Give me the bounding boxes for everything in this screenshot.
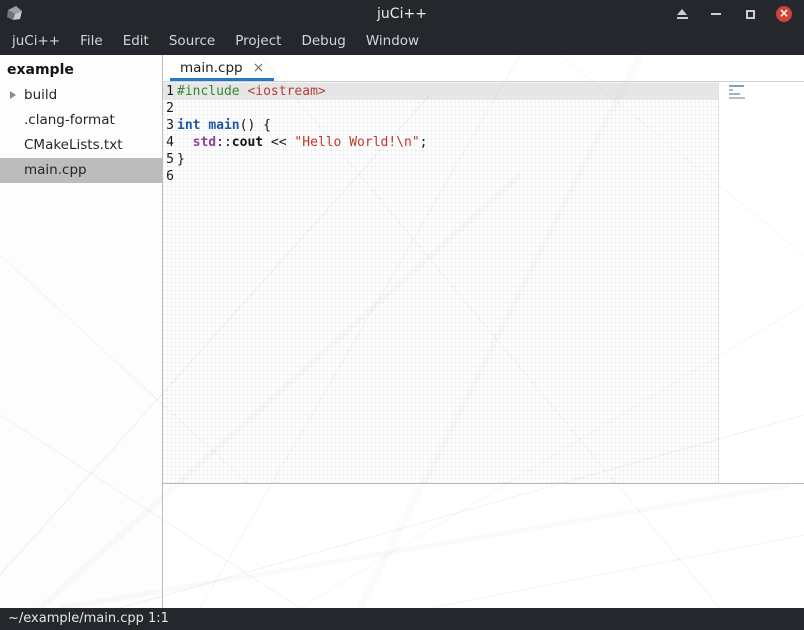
line-number: 6 — [163, 168, 174, 185]
status-file-position: ~/example/main.cpp 1:1 — [8, 611, 169, 626]
status-bar: ~/example/main.cpp 1:1 — [0, 608, 804, 630]
eject-bar — [677, 17, 688, 19]
terminal-panel[interactable] — [163, 483, 804, 608]
tree-item-label: .clang-format — [24, 112, 115, 128]
tab-label: main.cpp — [180, 60, 243, 76]
tree-item-label: build — [24, 87, 57, 103]
code-line[interactable]: 1#include <iostream> — [163, 83, 718, 100]
app-window: juCi++ × juCi++ File Edit Source Project… — [0, 0, 804, 630]
eject-triangle — [677, 9, 687, 15]
code-line[interactable]: 6 — [163, 168, 718, 185]
tab-bar: main.cpp × — [163, 55, 804, 82]
line-content: std::cout << "Hello World!\n"; — [177, 135, 427, 150]
line-number: 2 — [163, 100, 174, 117]
code-line[interactable]: 4 std::cout << "Hello World!\n"; — [163, 134, 718, 151]
overview-line — [729, 85, 744, 87]
project-root-label[interactable]: example — [0, 55, 162, 83]
maximize-icon — [746, 10, 755, 19]
menu-item-edit[interactable]: Edit — [113, 28, 159, 55]
tree-item-main-cpp[interactable]: main.cpp — [0, 158, 162, 183]
workspace: example build .clang-format CMakeLists.t… — [0, 55, 804, 608]
menu-item-juci[interactable]: juCi++ — [2, 28, 70, 55]
overview-line — [729, 89, 733, 91]
line-content: #include <iostream> — [177, 84, 326, 99]
line-number: 1 — [163, 83, 174, 100]
line-content: int main() { — [177, 118, 271, 133]
minimize-button[interactable] — [708, 6, 724, 22]
tree-item-clang-format[interactable]: .clang-format — [0, 108, 162, 133]
code-area[interactable]: 1#include <iostream>23int main() {4 std:… — [163, 82, 719, 483]
menu-item-window[interactable]: Window — [356, 28, 429, 55]
menu-item-debug[interactable]: Debug — [291, 28, 355, 55]
minimize-icon — [711, 13, 721, 15]
menu-item-file[interactable]: File — [70, 28, 113, 55]
tree-item-label: CMakeLists.txt — [24, 137, 123, 153]
tree-item-cmakelists[interactable]: CMakeLists.txt — [0, 133, 162, 158]
source-editor[interactable]: 1#include <iostream>23int main() {4 std:… — [163, 82, 804, 483]
maximize-button[interactable] — [742, 6, 758, 22]
titlebar: juCi++ × — [0, 0, 804, 28]
tab-close-icon[interactable]: × — [253, 61, 265, 75]
tree-item-build[interactable]: build — [0, 83, 162, 108]
keep-above-icon[interactable] — [674, 6, 690, 22]
editor-column: main.cpp × 1#include <iostream>23int mai… — [163, 55, 804, 608]
line-number: 4 — [163, 134, 174, 151]
expander-icon[interactable] — [10, 91, 16, 99]
menu-item-project[interactable]: Project — [225, 28, 291, 55]
code-line[interactable]: 5} — [163, 151, 718, 168]
tree-item-label: main.cpp — [24, 162, 87, 178]
code-line[interactable]: 3int main() { — [163, 117, 718, 134]
tab-main-cpp[interactable]: main.cpp × — [170, 55, 274, 81]
overview-line — [729, 97, 745, 99]
menu-item-source[interactable]: Source — [159, 28, 225, 55]
file-tree-panel: example build .clang-format CMakeLists.t… — [0, 55, 163, 608]
overview-map[interactable] — [729, 85, 753, 101]
close-button[interactable]: × — [776, 6, 792, 22]
line-number: 5 — [163, 151, 174, 168]
line-content: } — [177, 152, 185, 167]
menubar: juCi++ File Edit Source Project Debug Wi… — [0, 28, 804, 55]
code-line[interactable]: 2 — [163, 100, 718, 117]
line-number: 3 — [163, 117, 174, 134]
overview-line — [729, 93, 740, 95]
window-controls: × — [674, 0, 792, 28]
